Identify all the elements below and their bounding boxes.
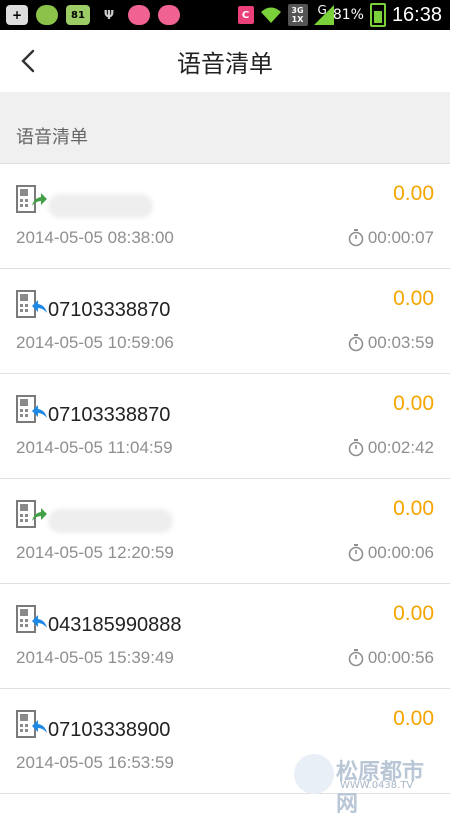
network-type-badge: 3G 1X — [288, 4, 308, 26]
duration-text: 00:00:56 — [368, 648, 434, 668]
call-amount: 0.00 — [393, 602, 434, 626]
call-record-row[interactable]: 043185990888 0.00 2014-05-05 15:39:49 00… — [0, 584, 450, 689]
spacer-band — [0, 92, 450, 109]
title-bar: 语音清单 — [0, 30, 450, 93]
duration-text: 00:00:06 — [368, 543, 434, 563]
call-datetime: 2014-05-05 12:20:59 — [16, 543, 174, 563]
watermark: 松原都市网 WWW.0438.TV — [294, 752, 444, 796]
call-record-row[interactable]: 07103338870 0.00 2014-05-05 11:04:59 00:… — [0, 374, 450, 479]
incoming-call-icon — [16, 709, 48, 741]
call-duration: 00:00:06 — [348, 543, 434, 563]
call-amount: 0.00 — [393, 497, 434, 521]
call-duration: 00:00:56 — [348, 648, 434, 668]
call-datetime: 2014-05-05 10:59:06 — [16, 333, 174, 353]
phone-number: 07103338900 — [48, 719, 170, 742]
phone-number: 043185990888 — [48, 614, 181, 637]
stopwatch-icon — [348, 229, 364, 247]
stopwatch-icon — [348, 334, 364, 352]
call-record-row[interactable]: 0.00 2014-05-05 08:38:00 00:00:07 — [0, 164, 450, 269]
outgoing-call-icon — [16, 184, 48, 216]
call-amount: 0.00 — [393, 287, 434, 311]
outgoing-call-icon — [16, 499, 48, 531]
call-amount: 0.00 — [393, 707, 434, 731]
call-record-list: 0.00 2014-05-05 08:38:00 00:00:07 071033… — [0, 164, 450, 794]
phone-number: 07103338870 — [48, 299, 170, 322]
call-datetime: 2014-05-05 08:38:00 — [16, 228, 174, 248]
sim-badge-text: 1X — [292, 15, 304, 24]
phone-number: 07103338870 — [48, 404, 170, 427]
clipboard-icon: C — [238, 6, 254, 24]
stopwatch-icon — [348, 544, 364, 562]
call-datetime: 2014-05-05 15:39:49 — [16, 648, 174, 668]
stopwatch-icon — [348, 439, 364, 457]
duration-text: 00:02:42 — [368, 438, 434, 458]
status-bar: + 81 Ψ C 3G 1X G 81% 16:38 — [0, 0, 450, 30]
add-icon: + — [6, 5, 28, 25]
battery-icon — [370, 3, 386, 27]
notification-icons: + 81 Ψ — [0, 5, 180, 25]
hidden-number — [48, 194, 153, 218]
call-duration: 00:00:07 — [348, 228, 434, 248]
call-amount: 0.00 — [393, 392, 434, 416]
call-datetime: 2014-05-05 11:04:59 — [16, 438, 173, 458]
battery-app-icon: 81 — [66, 5, 90, 25]
watermark-url: WWW.0438.TV — [340, 780, 413, 791]
duration-text: 00:03:59 — [368, 333, 434, 353]
clock: 16:38 — [392, 4, 442, 27]
network-label: G — [318, 3, 327, 17]
call-amount: 0.00 — [393, 182, 434, 206]
watermark-logo — [294, 754, 334, 794]
wifi-icon — [260, 6, 282, 24]
game-app-icon — [128, 5, 150, 25]
section-header: 语音清单 — [0, 108, 450, 164]
game-app-icon-2 — [158, 5, 180, 25]
call-record-row[interactable]: 0.00 2014-05-05 12:20:59 00:00:06 — [0, 479, 450, 584]
incoming-call-icon — [16, 289, 48, 321]
incoming-call-icon — [16, 394, 48, 426]
incoming-call-icon — [16, 604, 48, 636]
system-icons: C 3G 1X G 81% 16:38 — [238, 3, 450, 27]
app-icon — [36, 5, 58, 25]
call-duration: 00:03:59 — [348, 333, 434, 353]
call-datetime: 2014-05-05 16:53:59 — [16, 753, 174, 773]
call-record-row[interactable]: 07103338870 0.00 2014-05-05 10:59:06 00:… — [0, 269, 450, 374]
battery-percent: 81% — [333, 7, 364, 23]
stopwatch-icon — [348, 649, 364, 667]
data-badge-text: 3G — [291, 6, 303, 15]
usb-icon: Ψ — [98, 5, 120, 25]
hidden-number — [48, 509, 173, 533]
page-title: 语音清单 — [177, 44, 273, 79]
duration-text: 00:00:07 — [368, 228, 434, 248]
back-arrow-icon[interactable] — [14, 46, 44, 76]
call-duration: 00:02:42 — [348, 438, 434, 458]
section-title: 语音清单 — [16, 123, 88, 149]
